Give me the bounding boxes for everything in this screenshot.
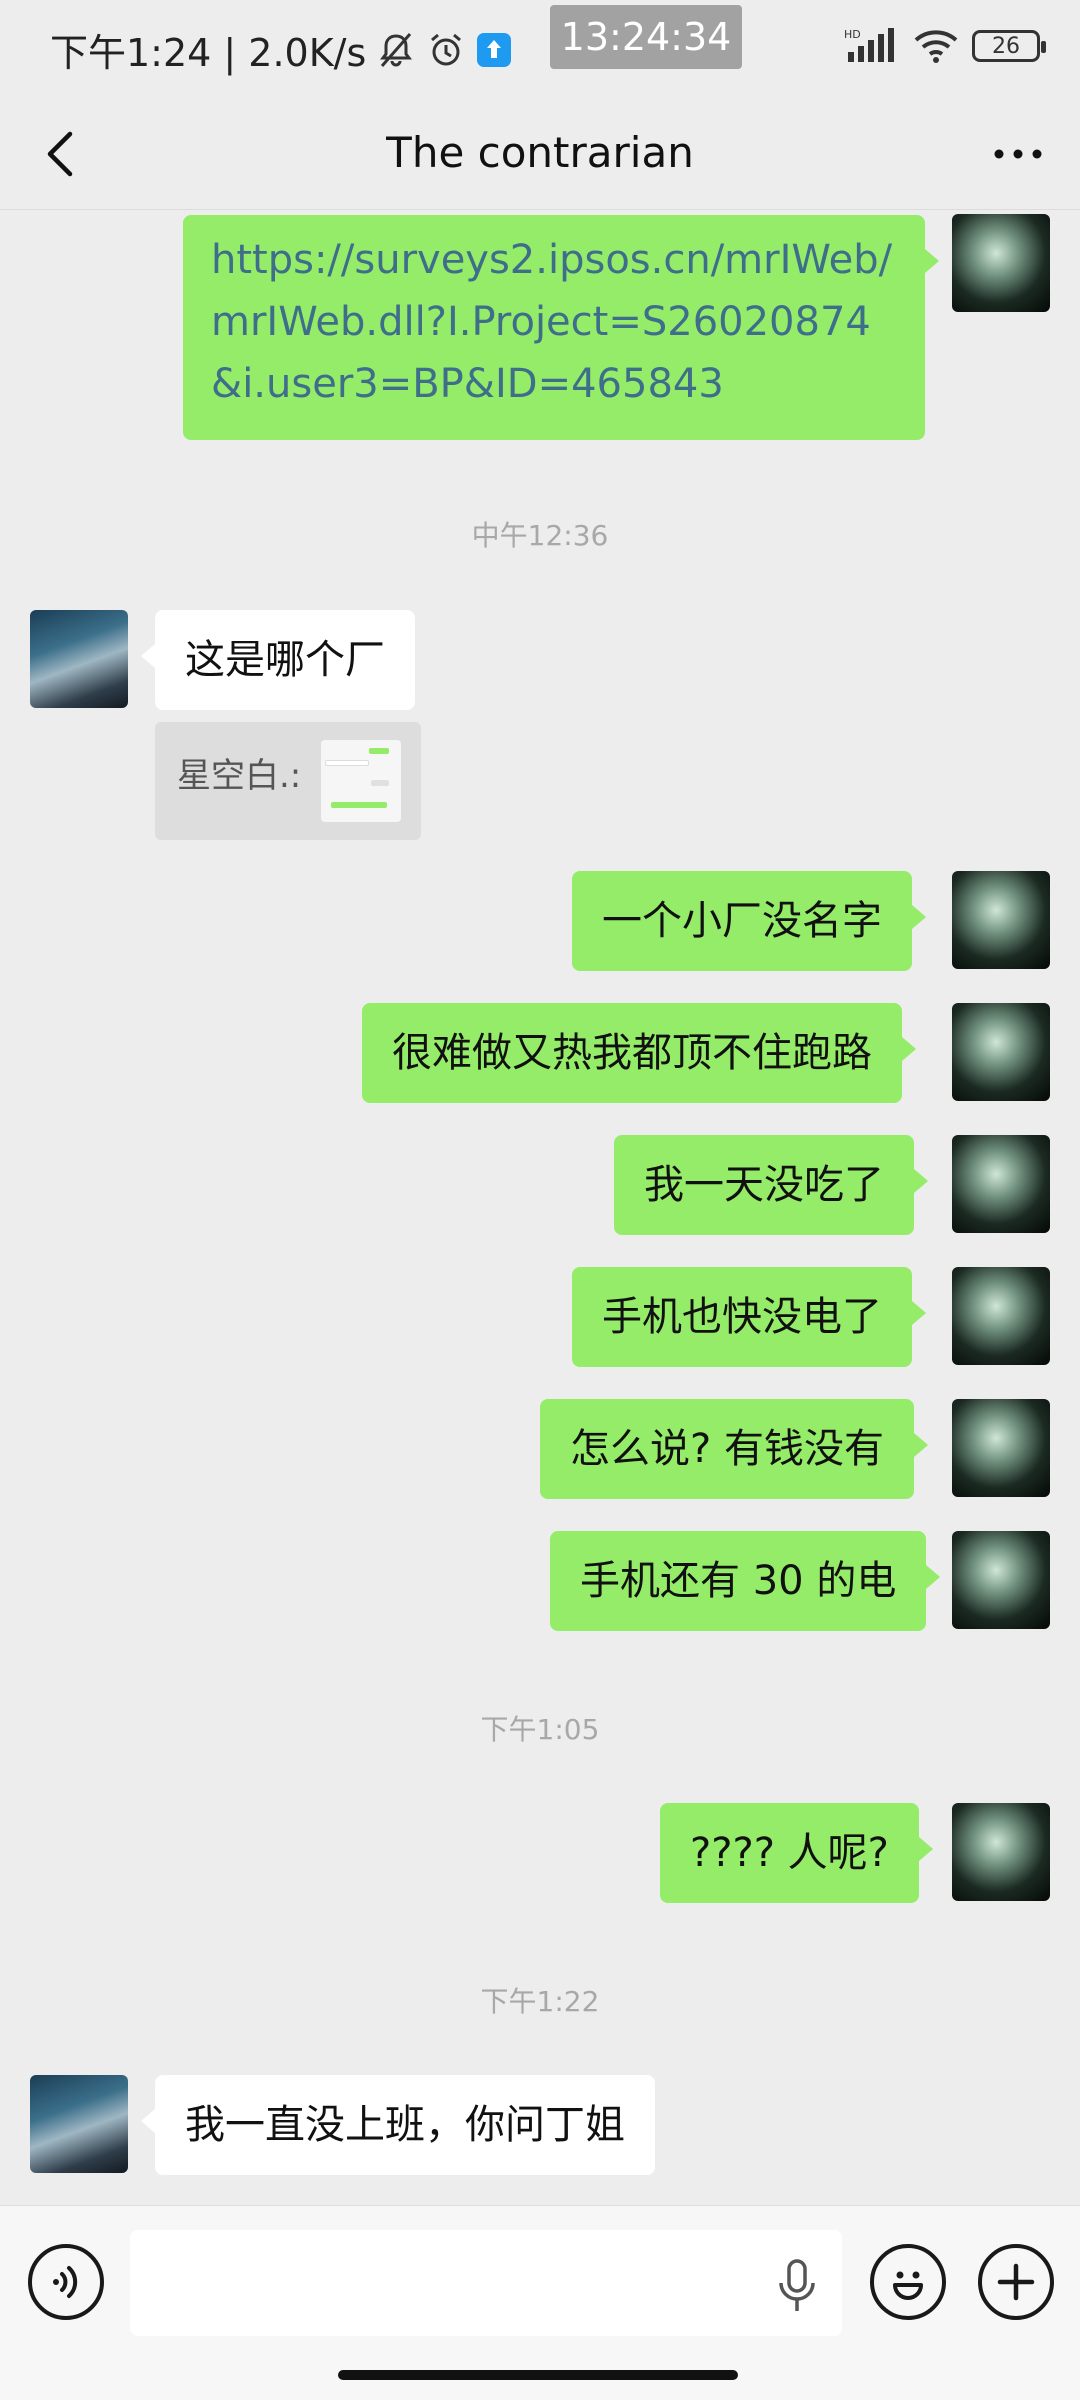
more-button[interactable] <box>986 122 1050 186</box>
wifi-icon <box>914 28 958 64</box>
quote-label: 星空白.: <box>177 756 302 796</box>
message-bubble[interactable]: 手机还有 30 的电 <box>550 1531 941 1631</box>
message-input[interactable] <box>130 2230 842 2336</box>
home-indicator[interactable] <box>338 2370 738 2380</box>
avatar[interactable] <box>952 1003 1050 1101</box>
message-bubble[interactable]: ???? 人呢? <box>660 1803 933 1903</box>
message-bubble[interactable]: 这是哪个厂 <box>141 610 415 710</box>
upload-badge-icon <box>476 32 512 68</box>
status-right: HD 26 <box>844 26 1046 66</box>
more-dots-icon <box>994 149 1042 159</box>
message-bubble[interactable]: 一个小厂没名字 <box>572 871 926 971</box>
message-bubble[interactable]: 我一直没上班，你问丁姐 <box>141 2075 655 2175</box>
timestamp: 中午12:36 <box>471 519 609 552</box>
timestamp: 下午1:22 <box>480 1985 600 2018</box>
avatar[interactable] <box>952 1399 1050 1497</box>
status-time: 下午1:24 | 2.0K/s <box>50 31 367 75</box>
chat-header: The contrarian <box>0 100 1080 210</box>
avatar[interactable] <box>952 214 1050 312</box>
voice-toggle-button[interactable] <box>28 2244 104 2320</box>
status-bar: 下午1:24 | 2.0K/s 13:24:34 HD 26 <box>0 0 1080 100</box>
message-bubble-link[interactable]: https://surveys2.ipsos.cn/mrIWeb/mrIWeb.… <box>183 215 939 440</box>
plus-icon <box>997 2263 1035 2301</box>
message-bubble[interactable]: 手机也快没电了 <box>572 1267 926 1367</box>
avatar[interactable] <box>30 610 128 708</box>
avatar[interactable] <box>952 1267 1050 1365</box>
message-bubble[interactable]: 怎么说? 有钱没有 <box>540 1399 928 1499</box>
alarm-icon <box>426 30 466 70</box>
status-left: 下午1:24 | 2.0K/s <box>50 22 512 77</box>
emoji-icon <box>893 2271 923 2300</box>
signal-icon: HD <box>844 26 900 66</box>
quote-thumbnail <box>321 740 401 822</box>
screenshot-clock: 13:24:34 <box>550 5 742 69</box>
message-bubble[interactable]: 我一天没吃了 <box>614 1135 928 1235</box>
voice-icon <box>53 2266 78 2298</box>
mute-bell-icon <box>376 30 416 70</box>
microphone-icon[interactable] <box>772 2258 822 2314</box>
quoted-message[interactable]: 星空白.: <box>155 722 421 840</box>
emoji-button[interactable] <box>870 2244 946 2320</box>
avatar[interactable] <box>952 871 1050 969</box>
message-bubble[interactable]: 很难做又热我都顶不住跑路 <box>362 1003 916 1103</box>
timestamp: 下午1:05 <box>480 1713 600 1746</box>
avatar[interactable] <box>30 2075 128 2173</box>
avatar[interactable] <box>952 1803 1050 1901</box>
add-button[interactable] <box>978 2244 1054 2320</box>
avatar[interactable] <box>952 1135 1050 1233</box>
chat-title: The contrarian <box>386 128 694 177</box>
svg-text:HD: HD <box>844 28 861 41</box>
avatar[interactable] <box>952 1531 1050 1629</box>
battery-icon: 26 <box>972 30 1046 62</box>
